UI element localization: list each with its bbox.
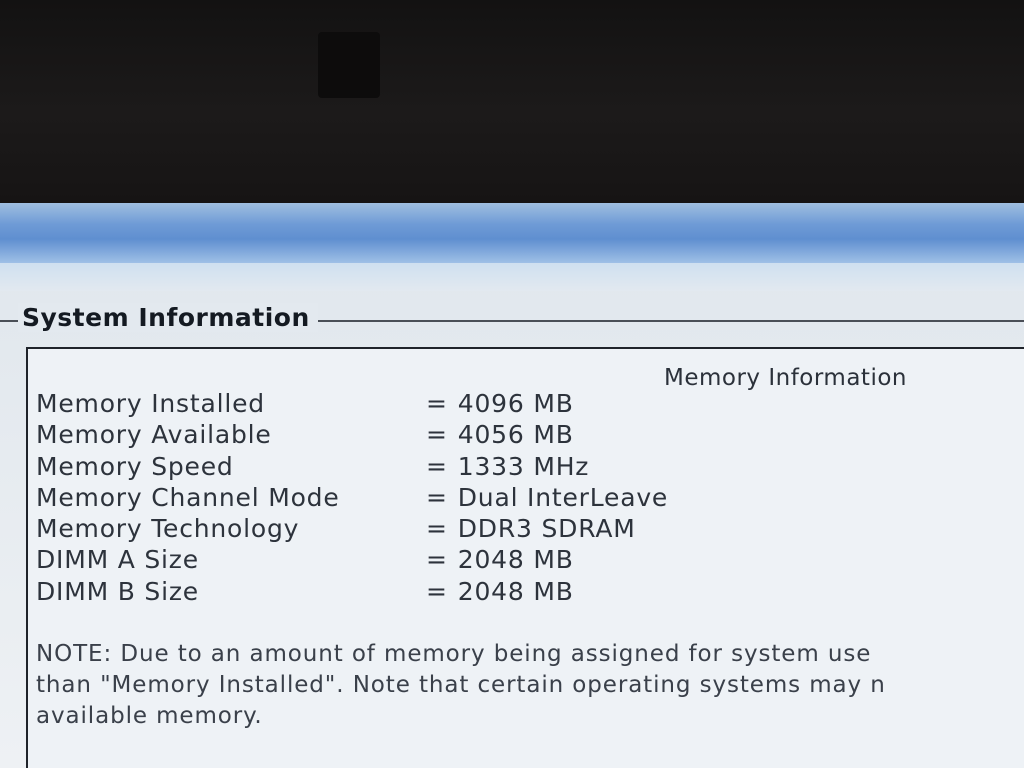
- row-value: 4096 MB: [457, 389, 574, 418]
- row-value-container: = 4096 MB: [426, 389, 574, 418]
- row-value: 4056 MB: [457, 420, 574, 450]
- equals-sign: =: [426, 451, 448, 481]
- note-line: than "Memory Installed". Note that certa…: [36, 672, 886, 698]
- equals-sign: =: [426, 576, 448, 606]
- memory-note: NOTE: Due to an amount of memory being a…: [36, 639, 1024, 732]
- row-value-container: = 2048 MB: [426, 577, 574, 606]
- equals-sign: =: [426, 514, 448, 544]
- equals-sign: =: [426, 420, 448, 450]
- row-value: DDR3 SDRAM: [457, 514, 636, 544]
- equals-sign: =: [426, 389, 448, 418]
- row-value-container: = Dual InterLeave: [426, 483, 668, 512]
- row-value-container: = 1333 MHz: [426, 452, 589, 481]
- equals-sign: =: [426, 482, 448, 512]
- row-label: Memory Channel Mode: [36, 482, 340, 512]
- row-value-container: = DDR3 SDRAM: [426, 514, 636, 543]
- row-label: DIMM A Size: [36, 545, 199, 575]
- row-value: 1333 MHz: [457, 451, 590, 481]
- bios-screen: System Information Memory Information Me…: [0, 203, 1024, 768]
- row-label: Memory Technology: [36, 514, 300, 544]
- row-value-container: = 2048 MB: [426, 545, 574, 574]
- row-value-container: = 4056 MB: [426, 420, 574, 449]
- row-label: Memory Installed: [36, 389, 265, 418]
- row-value: 2048 MB: [457, 576, 574, 606]
- note-line: available memory.: [36, 703, 263, 729]
- groupbox-title: System Information: [18, 303, 318, 332]
- memory-information-panel: Memory Information Memory Installed = 409…: [26, 347, 1024, 768]
- row-label: DIMM B Size: [36, 576, 199, 606]
- section-title: Memory Information: [664, 365, 907, 391]
- row-label: Memory Speed: [36, 451, 234, 481]
- row-label: Memory Available: [36, 420, 272, 450]
- note-line: NOTE: Due to an amount of memory being a…: [36, 641, 872, 667]
- title-bar: [0, 203, 1024, 263]
- monitor-bezel: [0, 0, 1024, 205]
- equals-sign: =: [426, 545, 448, 575]
- row-value: 2048 MB: [457, 545, 574, 575]
- title-bar-gradient: [0, 263, 1024, 291]
- row-value: Dual InterLeave: [457, 482, 669, 512]
- bezel-camera-notch: [318, 32, 380, 98]
